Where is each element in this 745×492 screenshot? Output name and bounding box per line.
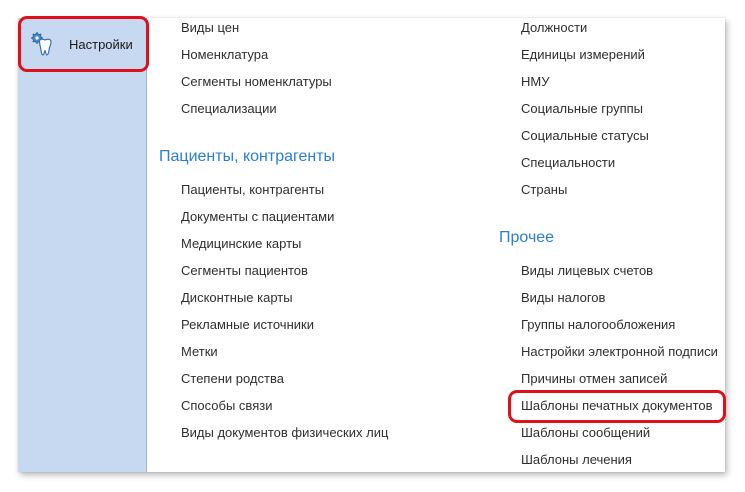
sidebar-item-label: Настройки	[69, 36, 133, 52]
sidebar: Настройки	[18, 18, 147, 472]
sidebar-item-settings[interactable]: Настройки	[20, 22, 144, 66]
link-units[interactable]: Единицы измерений	[521, 47, 645, 62]
link-medical-cards[interactable]: Медицинские карты	[181, 236, 301, 251]
link-id-document-types[interactable]: Виды документов физических лиц	[181, 425, 388, 440]
link-countries[interactable]: Страны	[521, 182, 567, 197]
link-cancellation-reasons[interactable]: Причины отмен записей	[521, 371, 667, 386]
link-social-groups[interactable]: Социальные группы	[521, 101, 643, 116]
link-taxation-groups[interactable]: Группы налогообложения	[521, 317, 675, 332]
link-patient-segments[interactable]: Сегменты пациентов	[181, 263, 308, 278]
link-ad-sources[interactable]: Рекламные источники	[181, 317, 314, 332]
link-treatment-templates[interactable]: Шаблоны лечения	[521, 452, 632, 467]
link-kinship-degrees[interactable]: Степени родства	[181, 371, 284, 386]
link-account-types[interactable]: Виды лицевых счетов	[521, 263, 653, 278]
settings-panel: Виды цен Номенклатура Сегменты номенклат…	[147, 18, 725, 472]
link-positions[interactable]: Должности	[521, 20, 587, 35]
link-price-types[interactable]: Виды цен	[181, 20, 239, 35]
tooth-gear-icon	[31, 32, 52, 56]
link-discount-cards[interactable]: Дисконтные карты	[181, 290, 293, 305]
link-tax-types[interactable]: Виды налогов	[521, 290, 605, 305]
link-tags[interactable]: Метки	[181, 344, 218, 359]
link-contact-methods[interactable]: Способы связи	[181, 398, 272, 413]
link-nmu[interactable]: НМУ	[521, 74, 549, 89]
link-nomenclature-segments[interactable]: Сегменты номенклатуры	[181, 74, 332, 89]
link-e-signature-settings[interactable]: Настройки электронной подписи	[521, 344, 718, 359]
section-title-patients: Пациенты, контрагенты	[159, 148, 336, 165]
link-print-templates[interactable]: Шаблоны печатных документов	[521, 398, 713, 413]
link-nomenclature[interactable]: Номенклатура	[181, 47, 268, 62]
window: Настройки Виды цен Номенклатура Сегменты…	[18, 18, 725, 472]
link-specializations[interactable]: Специализации	[181, 101, 277, 116]
link-patient-documents[interactable]: Документы с пациентами	[181, 209, 334, 224]
link-patients[interactable]: Пациенты, контрагенты	[181, 182, 324, 197]
link-message-templates[interactable]: Шаблоны сообщений	[521, 425, 650, 440]
link-social-statuses[interactable]: Социальные статусы	[521, 128, 649, 143]
link-specialties[interactable]: Специальности	[521, 155, 615, 170]
section-title-other: Прочее	[499, 229, 555, 246]
